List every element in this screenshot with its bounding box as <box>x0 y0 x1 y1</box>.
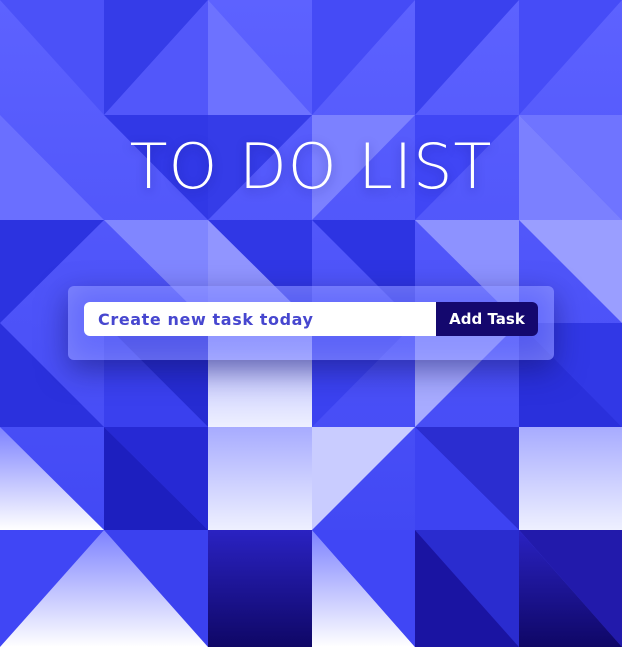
add-task-button[interactable]: Add Task <box>436 302 538 336</box>
new-task-input[interactable] <box>84 302 436 336</box>
add-task-form: Add Task <box>68 286 554 360</box>
page-title: TO DO LIST <box>129 130 493 203</box>
app-screen: TO DO LIST Add Task <box>0 0 622 647</box>
